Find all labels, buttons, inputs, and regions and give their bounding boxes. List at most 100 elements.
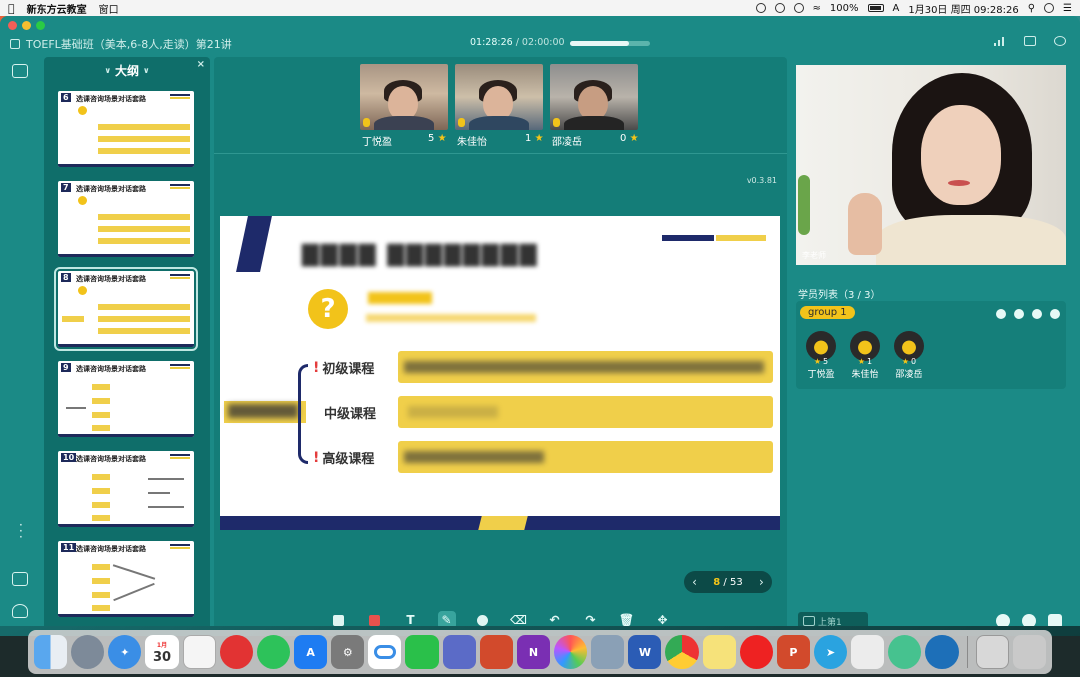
- star-icon: ★: [629, 133, 639, 144]
- student-video[interactable]: [360, 64, 448, 130]
- preview-icon[interactable]: [182, 635, 216, 669]
- outline-title: 大纲: [114, 63, 139, 78]
- refresh-icon[interactable]: [1054, 36, 1066, 46]
- battery-icon[interactable]: [867, 4, 884, 12]
- microphone-icon[interactable]: [1032, 309, 1042, 319]
- fullscreen-window-button[interactable]: [36, 21, 45, 30]
- slide-thumb-title: 选课咨询场景对话套路: [76, 455, 146, 463]
- window-menu[interactable]: 窗口: [99, 1, 119, 16]
- trash-icon[interactable]: [1012, 635, 1046, 669]
- roster-student[interactable]: ★ 0 邵凌岳: [892, 331, 926, 380]
- face-icon[interactable]: [888, 635, 922, 669]
- star-icon: ★: [857, 357, 866, 366]
- spotlight-icon[interactable]: ⚲: [1028, 3, 1035, 14]
- home-icon[interactable]: [10, 39, 20, 49]
- trash-icon[interactable]: 🗑: [618, 611, 636, 626]
- input-source[interactable]: A: [893, 3, 900, 14]
- telegram-icon[interactable]: ➤: [814, 635, 848, 669]
- netease-music-icon[interactable]: [219, 635, 253, 669]
- student-video[interactable]: [550, 64, 638, 130]
- toolbox-icon[interactable]: [479, 635, 513, 669]
- star-icon: ★: [813, 357, 822, 366]
- redo-button[interactable]: ↷: [582, 611, 600, 626]
- slide-thumbnail[interactable]: 7 选课咨询场景对话套路: [58, 181, 194, 257]
- user-icon[interactable]: [12, 604, 28, 618]
- message-icon[interactable]: [1048, 614, 1062, 626]
- teams-icon[interactable]: [442, 635, 476, 669]
- bluetooth-icon[interactable]: [793, 3, 804, 13]
- close-outline-button[interactable]: ×: [197, 59, 205, 70]
- microphone-icon[interactable]: [1022, 614, 1036, 626]
- word-icon[interactable]: W: [628, 635, 662, 669]
- slide-thumbnail[interactable]: 10 选课咨询场景对话套路: [58, 451, 194, 527]
- wifi-icon[interactable]: ≈: [813, 3, 821, 14]
- emoji-icon[interactable]: [996, 614, 1010, 626]
- apple-menu-icon[interactable]: : [8, 2, 15, 15]
- level-intermediate: 中级课程: [324, 407, 377, 422]
- courseware-tool-icon[interactable]: [330, 611, 348, 626]
- edge-icon[interactable]: [925, 635, 959, 669]
- projector-icon[interactable]: [851, 635, 885, 669]
- outline-toggle-icon[interactable]: [12, 64, 28, 78]
- student-video-name: 朱佳怡: [457, 137, 487, 148]
- safari-icon[interactable]: ✦: [108, 635, 142, 669]
- settings-icon[interactable]: [1014, 309, 1024, 319]
- system-preferences-icon[interactable]: ⚙: [331, 635, 365, 669]
- calendar-icon[interactable]: 1月 30: [145, 635, 179, 669]
- finder-icon[interactable]: [34, 635, 68, 669]
- powerpoint-icon[interactable]: P: [776, 635, 811, 669]
- roster-student[interactable]: ★ 1 朱佳怡: [848, 331, 882, 380]
- launchpad-icon[interactable]: [71, 635, 105, 669]
- notification-center-icon[interactable]: ☰: [1063, 3, 1072, 14]
- slide-number: 9: [61, 363, 71, 372]
- pen-tool-icon[interactable]: ✎: [437, 611, 456, 626]
- alert-icon[interactable]: [996, 309, 1006, 319]
- photos-icon[interactable]: [554, 635, 588, 669]
- slide-thumbnail[interactable]: 6 选课咨询场景对话套路: [58, 91, 194, 167]
- courseware-icon[interactable]: [12, 572, 28, 586]
- next-page-button[interactable]: ›: [759, 575, 764, 589]
- group-tag[interactable]: group 1: [800, 306, 855, 319]
- wechat-icon[interactable]: [405, 635, 439, 669]
- slide-thumbnail[interactable]: 11 选课咨询场景对话套路: [58, 541, 194, 617]
- star-icon: ★: [901, 357, 910, 366]
- search-status-icon[interactable]: [774, 3, 785, 13]
- undo-button[interactable]: ↶: [546, 611, 564, 626]
- record-icon[interactable]: [755, 3, 766, 13]
- star-award-icon[interactable]: [1050, 309, 1060, 319]
- clock[interactable]: 1月30日 周四 09:28:26: [908, 1, 1018, 16]
- question-icon: [78, 286, 87, 295]
- chrome-icon[interactable]: [665, 635, 699, 669]
- app-menu[interactable]: 新东方云教室: [27, 1, 87, 16]
- color-picker-icon[interactable]: [366, 611, 384, 626]
- course-title: TOEFL基础班（美本,6-8人,走读）第21讲: [10, 36, 232, 52]
- minimize-window-button[interactable]: [22, 21, 31, 30]
- courseware-slide[interactable]: ▇▇▇▇ ▇▇▇▇▇▇▇▇ ? ! 初级课程 中级课程 ! 高级课程: [220, 216, 780, 530]
- image-capture-icon[interactable]: [591, 635, 625, 669]
- question-icon: [78, 106, 87, 115]
- roster-student[interactable]: ★ 5 丁悦盈: [804, 331, 838, 380]
- close-window-button[interactable]: [8, 21, 17, 30]
- baidu-netdisk-icon[interactable]: [368, 635, 402, 669]
- slide-thumbnail-active[interactable]: 8 选课咨询场景对话套路: [54, 267, 198, 351]
- chat-input[interactable]: 上第1组: [798, 612, 868, 626]
- notes-icon[interactable]: [702, 635, 736, 669]
- prev-page-button[interactable]: ‹: [692, 575, 697, 589]
- slide-thumbnail[interactable]: 9 选课咨询场景对话套路: [58, 361, 194, 437]
- battery-percent: 100%: [829, 2, 859, 14]
- move-tool-button[interactable]: ✥: [654, 611, 672, 626]
- text-tool-button[interactable]: T: [402, 611, 420, 626]
- shape-tool-icon[interactable]: [474, 611, 492, 626]
- signal-strength-icon[interactable]: [994, 36, 1006, 46]
- more-icon[interactable]: · · ·: [19, 519, 23, 543]
- onenote-icon[interactable]: N: [516, 635, 551, 669]
- student-video[interactable]: [455, 64, 543, 130]
- teacher-video[interactable]: 李老师: [796, 65, 1066, 265]
- chat-bubble-icon[interactable]: [1024, 36, 1036, 46]
- eraser-tool-icon[interactable]: ⌫: [510, 611, 528, 626]
- app-store-icon[interactable]: A: [294, 635, 328, 669]
- siri-icon[interactable]: [1044, 3, 1055, 13]
- downloads-stack-icon[interactable]: [975, 635, 1009, 669]
- qq-music-icon[interactable]: [256, 635, 291, 669]
- youdao-icon[interactable]: [739, 635, 773, 669]
